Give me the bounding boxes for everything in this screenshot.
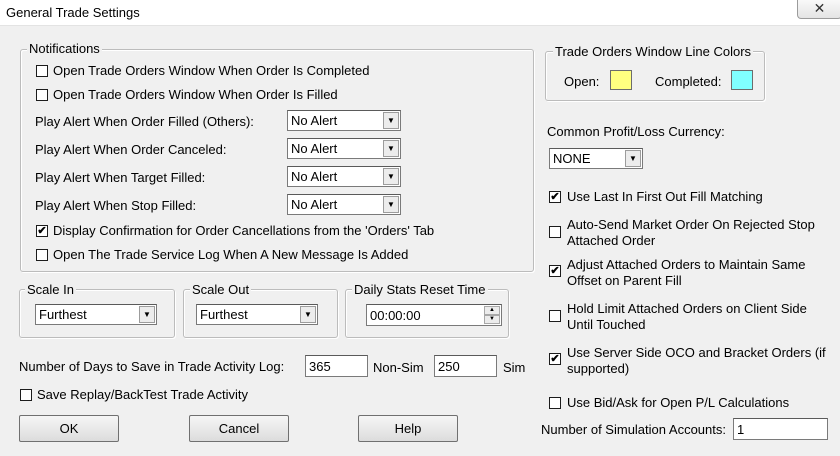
chevron-down-icon[interactable]: ▼ [625, 150, 641, 167]
server-oco-label-line2: supported) [567, 361, 630, 376]
spin-down-icon[interactable]: ▼ [484, 315, 500, 324]
spin-up-icon[interactable]: ▲ [484, 306, 500, 315]
scale-in-select[interactable]: Furthest ▼ [35, 304, 157, 325]
window-title: General Trade Settings [6, 5, 140, 20]
title-bar: General Trade Settings ✕ [0, 0, 840, 26]
daily-stats-time-input[interactable]: 00:00:00 ▲ ▼ [366, 304, 502, 326]
currency-value: NONE [553, 151, 591, 166]
chevron-down-icon[interactable]: ▼ [139, 306, 155, 323]
open-service-log-label: Open The Trade Service Log When A New Me… [53, 247, 409, 262]
bid-ask-checkbox[interactable] [549, 397, 561, 409]
chevron-down-icon[interactable]: ▼ [383, 140, 399, 157]
currency-select[interactable]: NONE ▼ [549, 148, 643, 169]
sim-accounts-value: 1 [737, 422, 745, 437]
sim-days-input[interactable]: 250 [434, 355, 497, 377]
auto-send-label-line1: Auto-Send Market Order On Rejected Stop [567, 217, 815, 232]
server-oco-checkbox[interactable]: ✔ [549, 353, 561, 365]
display-confirmation-label: Display Confirmation for Order Cancellat… [53, 223, 435, 238]
chevron-down-icon[interactable]: ▼ [383, 196, 399, 213]
alert-target-filled-select[interactable]: No Alert ▼ [287, 166, 401, 187]
scale-in-label: Scale In [25, 282, 76, 297]
alert-order-canceled-label: Play Alert When Order Canceled: [35, 142, 227, 157]
cancel-button[interactable]: Cancel [189, 415, 289, 442]
scale-out-value: Furthest [200, 307, 248, 322]
notifications-group-label: Notifications [27, 41, 102, 56]
alert-target-filled-label: Play Alert When Target Filled: [35, 170, 206, 185]
hold-limit-checkbox[interactable] [549, 310, 561, 322]
lifo-checkbox[interactable]: ✔ [549, 191, 561, 203]
sim-label: Sim [503, 360, 526, 375]
auto-send-checkbox[interactable] [549, 226, 561, 238]
open-color-swatch[interactable] [610, 70, 632, 90]
hold-limit-label-line1: Hold Limit Attached Orders on Client Sid… [567, 301, 807, 316]
completed-color-swatch[interactable] [731, 70, 753, 90]
non-sim-days-value: 365 [309, 359, 331, 374]
daily-stats-label: Daily Stats Reset Time [352, 282, 488, 297]
ok-button[interactable]: OK [19, 415, 119, 442]
scale-in-value: Furthest [39, 307, 87, 322]
daily-stats-time-value: 00:00:00 [370, 308, 421, 323]
line-colors-label: Trade Orders Window Line Colors [553, 44, 754, 59]
activity-log-label: Number of Days to Save in Trade Activity… [19, 359, 285, 374]
open-on-filled-label: Open Trade Orders Window When Order Is F… [53, 87, 338, 102]
open-service-log-checkbox[interactable] [36, 249, 48, 261]
notifications-group [20, 49, 534, 272]
chevron-down-icon[interactable]: ▼ [383, 168, 399, 185]
alert-order-canceled-select[interactable]: No Alert ▼ [287, 138, 401, 159]
alert-stop-filled-value: No Alert [291, 197, 338, 212]
open-on-completed-label: Open Trade Orders Window When Order Is C… [53, 63, 370, 78]
bid-ask-label: Use Bid/Ask for Open P/L Calculations [567, 395, 790, 410]
alert-order-filled-select[interactable]: No Alert ▼ [287, 110, 401, 131]
chevron-down-icon[interactable]: ▼ [383, 112, 399, 129]
alert-stop-filled-label: Play Alert When Stop Filled: [35, 198, 197, 213]
chevron-down-icon[interactable]: ▼ [300, 306, 316, 323]
server-oco-label-line1: Use Server Side OCO and Bracket Orders (… [567, 345, 826, 360]
hold-limit-label-line2: Until Touched [567, 317, 646, 332]
non-sim-label: Non-Sim [373, 360, 424, 375]
adjust-attached-label-line2: Offset on Parent Fill [567, 273, 682, 288]
sim-accounts-label: Number of Simulation Accounts: [541, 422, 726, 437]
open-on-completed-checkbox[interactable] [36, 65, 48, 77]
display-confirmation-checkbox[interactable]: ✔ [36, 225, 48, 237]
open-on-filled-checkbox[interactable] [36, 89, 48, 101]
help-button[interactable]: Help [358, 415, 458, 442]
close-icon: ✕ [813, 0, 826, 16]
sim-accounts-input[interactable]: 1 [733, 418, 828, 440]
non-sim-days-input[interactable]: 365 [305, 355, 368, 377]
lifo-label: Use Last In First Out Fill Matching [567, 189, 763, 204]
alert-order-filled-value: No Alert [291, 113, 338, 128]
alert-order-filled-label: Play Alert When Order Filled (Others): [35, 114, 254, 129]
close-button[interactable]: ✕ [797, 0, 840, 19]
sim-days-value: 250 [438, 359, 460, 374]
alert-order-canceled-value: No Alert [291, 141, 338, 156]
save-replay-label: Save Replay/BackTest Trade Activity [37, 387, 248, 402]
completed-color-label: Completed: [655, 74, 722, 89]
adjust-attached-checkbox[interactable]: ✔ [549, 265, 561, 277]
scale-out-select[interactable]: Furthest ▼ [196, 304, 318, 325]
alert-target-filled-value: No Alert [291, 169, 338, 184]
adjust-attached-label-line1: Adjust Attached Orders to Maintain Same [567, 257, 806, 272]
auto-send-label-line2: Attached Order [567, 233, 656, 248]
open-color-label: Open: [564, 74, 600, 89]
save-replay-checkbox[interactable] [20, 389, 32, 401]
scale-out-label: Scale Out [190, 282, 252, 297]
currency-label: Common Profit/Loss Currency: [547, 124, 725, 139]
alert-stop-filled-select[interactable]: No Alert ▼ [287, 194, 401, 215]
